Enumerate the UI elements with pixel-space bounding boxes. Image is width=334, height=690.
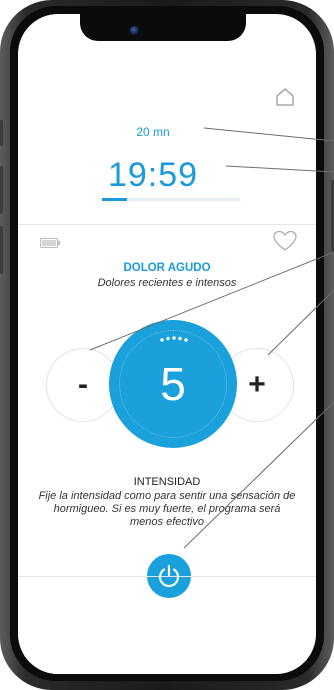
battery-icon [40, 238, 60, 248]
phone-mockup: 20 mn 19:59 DOLOR AGUDO Dolores reciente… [0, 0, 334, 690]
intensity-dial[interactable]: 5 [109, 320, 237, 448]
session-progress-fill [102, 198, 127, 201]
countdown-timer: 19:59 [107, 156, 199, 194]
intensity-value: 5 [160, 358, 186, 410]
mute-switch [0, 120, 3, 146]
home-icon[interactable] [274, 86, 296, 108]
heart-icon[interactable] [273, 230, 297, 252]
intensity-title: INTENSIDAD [133, 476, 201, 488]
session-duration: 20 mn [136, 125, 170, 139]
intensity-description: Fije la intensidad como para sentir una … [38, 490, 296, 528]
program-subtitle: Dolores recientes e intensos [97, 277, 237, 289]
divider-top [18, 224, 316, 225]
program-title: DOLOR AGUDO [123, 262, 211, 274]
volume-down-button [0, 226, 3, 274]
notch [80, 14, 246, 41]
session-progress-bar [102, 198, 240, 201]
volume-up-button [0, 166, 3, 214]
app-screen: 20 mn 19:59 DOLOR AGUDO Dolores reciente… [18, 14, 316, 674]
divider-bottom [18, 576, 316, 577]
camera-icon [130, 26, 139, 35]
